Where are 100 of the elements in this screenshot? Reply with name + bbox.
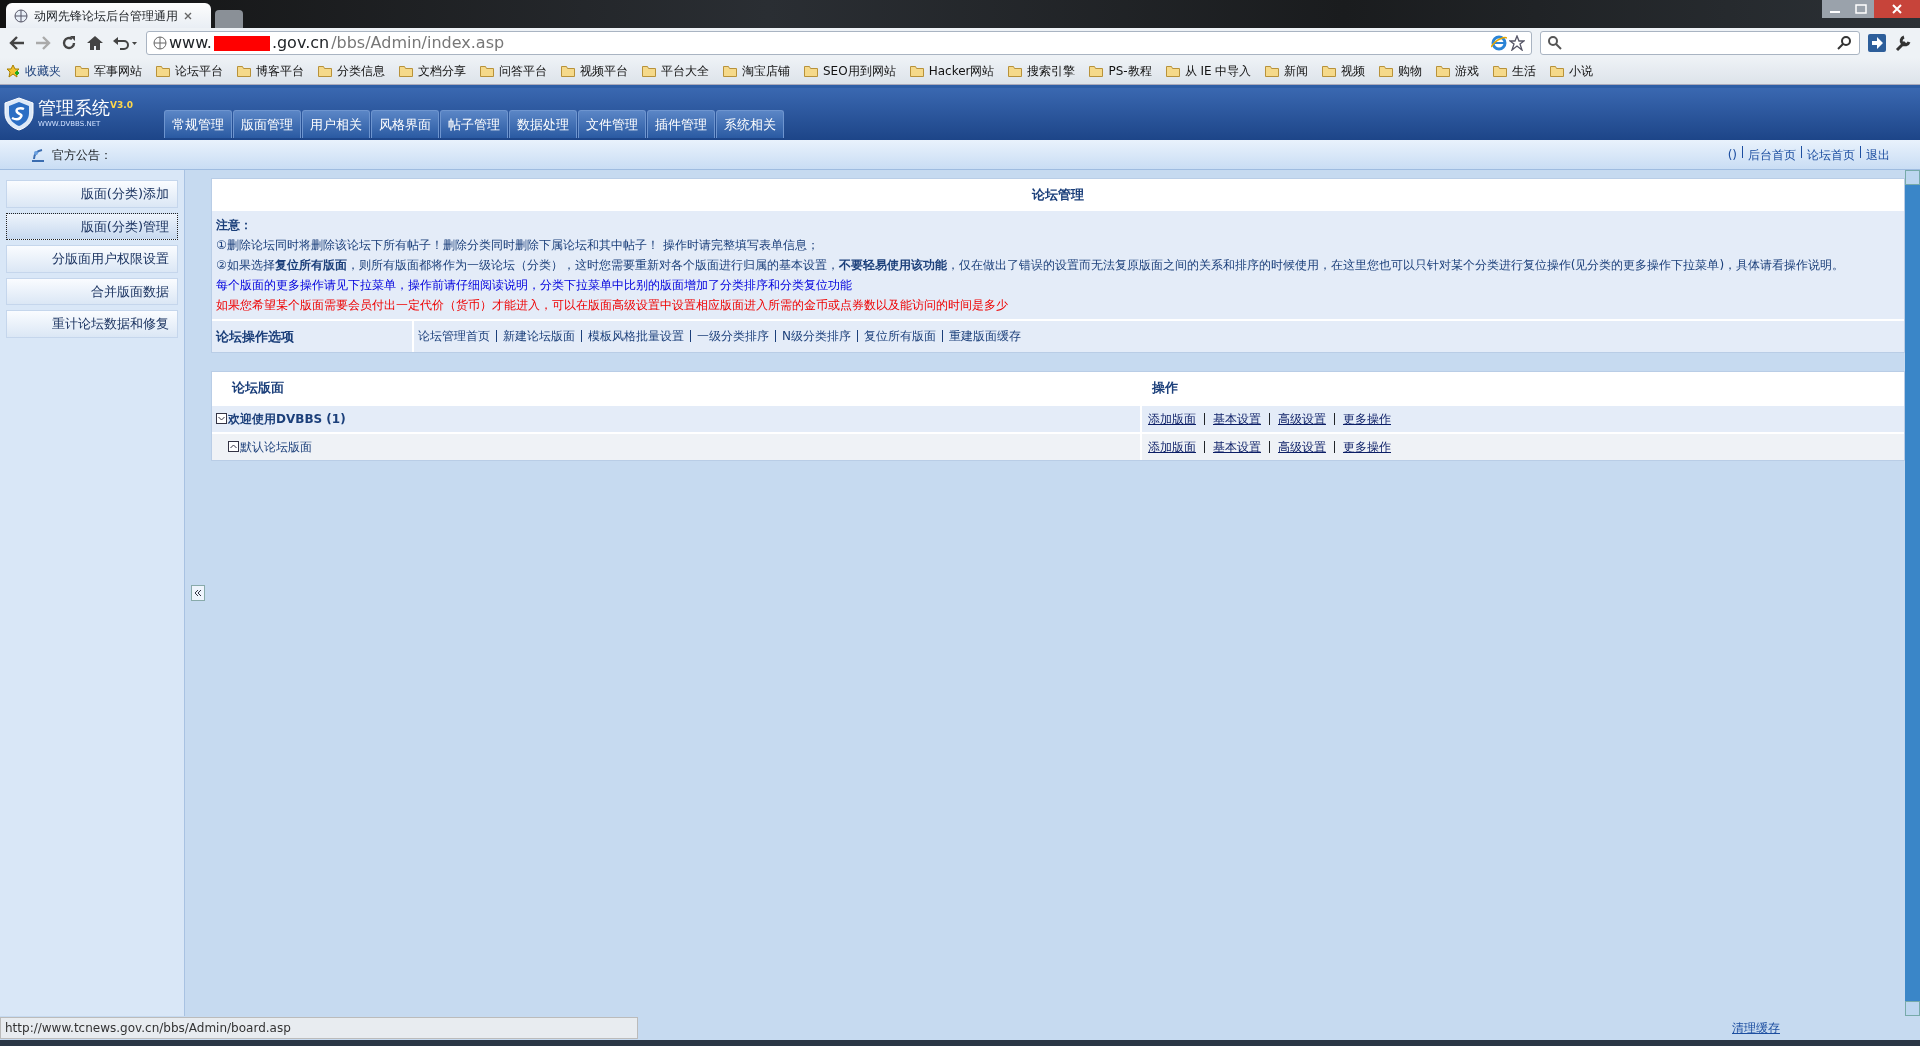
- close-icon[interactable]: [184, 11, 192, 20]
- folder-icon: [909, 65, 924, 77]
- bookmark-item[interactable]: 问答平台: [480, 62, 547, 80]
- option-link[interactable]: 复位所有版面: [864, 327, 936, 346]
- url-text: www.: [169, 32, 212, 54]
- expand-toggle-icon[interactable]: [216, 413, 227, 424]
- action-link[interactable]: 高级设置: [1278, 437, 1326, 456]
- notice-text: ①删除论坛同时将删除该论坛下所有帖子！删除分类同时删除下属论坛和其中帖子！ 操作时请完整填写表单信息；: [216, 236, 820, 253]
- nav-tab[interactable]: 帖子管理: [440, 109, 508, 138]
- status-url: http://www.tcnews.gov.cn/bbs/Admin/board.asp: [0, 1017, 638, 1039]
- folder-icon: [1493, 65, 1508, 77]
- sidebar-item[interactable]: 重计论坛数据和修复: [6, 310, 178, 338]
- option-link[interactable]: 新建论坛版面: [503, 327, 575, 346]
- option-link[interactable]: 论坛管理首页: [418, 327, 490, 346]
- option-link[interactable]: 模板风格批量设置: [588, 327, 684, 346]
- browser-tab[interactable]: 动网先锋论坛后台管理通用: [6, 3, 211, 28]
- folder-icon: [1379, 65, 1394, 77]
- undo-icon[interactable]: [112, 34, 138, 52]
- action-link[interactable]: 更多操作: [1343, 409, 1391, 428]
- browser-logo-icon: [1491, 35, 1507, 51]
- search-icon[interactable]: [1837, 35, 1853, 51]
- bookmark-item[interactable]: 文档分享: [399, 62, 466, 80]
- bookmark-item[interactable]: 淘宝店铺: [723, 62, 790, 80]
- folder-icon: [480, 65, 494, 77]
- option-link[interactable]: 重建版面缓存: [949, 327, 1021, 346]
- bookmark-item[interactable]: 论坛平台: [156, 62, 223, 80]
- bookmark-item[interactable]: 视频平台: [561, 62, 628, 80]
- shield-logo-icon: [4, 97, 34, 131]
- bookmark-item[interactable]: 生活: [1493, 62, 1537, 80]
- announcement-icon: [30, 146, 46, 163]
- announcement-label: 官方公告：: [52, 146, 112, 164]
- top-link[interactable]: 论坛首页: [1807, 145, 1855, 164]
- sidebar-item[interactable]: 版面(分类)管理: [6, 212, 178, 240]
- sidebar-item[interactable]: 分版面用户权限设置: [6, 245, 178, 273]
- forum-name: 默认论坛版面: [240, 438, 312, 456]
- star-icon[interactable]: [1509, 35, 1525, 51]
- bookmark-item[interactable]: 平台大全: [642, 62, 709, 80]
- globe-icon: [153, 36, 167, 50]
- action-link[interactable]: 添加版面: [1148, 437, 1196, 456]
- collapse-toggle-icon[interactable]: [228, 441, 239, 452]
- bookmark-item[interactable]: 新闻: [1265, 62, 1309, 80]
- status-link[interactable]: 清理缓存: [1732, 1019, 1780, 1037]
- sidebar-item[interactable]: 合并版面数据: [6, 277, 178, 305]
- close-icon[interactable]: [1874, 0, 1920, 18]
- bookmark-item[interactable]: 游戏: [1436, 62, 1480, 80]
- folder-icon: [75, 65, 89, 77]
- action-link[interactable]: 基本设置: [1213, 409, 1261, 428]
- options-label: 论坛操作选项: [212, 320, 414, 352]
- wrench-icon[interactable]: [1894, 34, 1912, 52]
- folder-icon: [1550, 65, 1565, 77]
- nav-tab[interactable]: 常规管理: [164, 109, 232, 138]
- bookmark-item[interactable]: 视频: [1322, 62, 1366, 80]
- bookmark-item[interactable]: PS-教程: [1089, 62, 1152, 80]
- nav-tab[interactable]: 文件管理: [578, 109, 646, 138]
- nav-tab[interactable]: 系统相关: [716, 109, 784, 138]
- option-link[interactable]: N级分类排序: [782, 327, 851, 346]
- version-label: V3.0: [110, 99, 133, 110]
- bookmark-item[interactable]: 从 IE 中导入: [1165, 62, 1252, 80]
- bookmark-item[interactable]: 博客平台: [237, 62, 304, 80]
- nav-tab[interactable]: 风格界面: [371, 109, 439, 138]
- top-link[interactable]: (): [1727, 145, 1737, 164]
- action-link[interactable]: 基本设置: [1213, 437, 1261, 456]
- column-header: 操作: [1151, 379, 1178, 397]
- back-icon[interactable]: [8, 34, 26, 52]
- folder-icon: [1265, 65, 1280, 77]
- folder-icon: [1008, 65, 1023, 77]
- bookmark-item[interactable]: 搜索引擎: [1008, 62, 1076, 80]
- address-bar[interactable]: www. .gov.cn/bbs/Admin/index.asp: [146, 31, 1532, 55]
- action-link[interactable]: 高级设置: [1278, 409, 1326, 428]
- bookmark-item[interactable]: 收藏夹: [6, 62, 61, 80]
- brand-title: 管理系统: [38, 96, 110, 118]
- globe-icon: [14, 8, 28, 23]
- nav-tab[interactable]: 用户相关: [302, 109, 370, 138]
- search-field[interactable]: [1540, 31, 1860, 55]
- notice-text: 每个版面的更多操作请见下拉菜单，操作前请仔细阅读说明，分类下拉菜单中比别的版面增加了分类排序和分类复位功能: [216, 276, 853, 293]
- star-icon: [6, 64, 20, 78]
- nav-tab[interactable]: 数据处理: [509, 109, 577, 138]
- action-link[interactable]: 添加版面: [1148, 409, 1196, 428]
- top-link[interactable]: 退出: [1866, 145, 1890, 164]
- folder-icon: [804, 65, 818, 77]
- top-link[interactable]: 后台首页: [1748, 145, 1796, 164]
- collapse-handle[interactable]: [191, 585, 205, 601]
- nav-tab[interactable]: 版面管理: [233, 109, 301, 138]
- home-icon[interactable]: [86, 34, 104, 52]
- option-link[interactable]: 一级分类排序: [697, 327, 769, 346]
- reload-icon[interactable]: [60, 34, 78, 52]
- action-link[interactable]: 更多操作: [1343, 437, 1391, 456]
- sidebar-item[interactable]: 版面(分类)添加: [6, 180, 178, 208]
- minimize-icon[interactable]: [1822, 0, 1848, 18]
- column-header: 论坛版面: [230, 379, 285, 397]
- bookmark-item[interactable]: 购物: [1379, 62, 1423, 80]
- scrollbar[interactable]: [1905, 170, 1920, 1016]
- bookmark-item[interactable]: 军事网站: [75, 62, 142, 80]
- bookmark-item[interactable]: SEO用到网站: [804, 62, 896, 80]
- nav-tab[interactable]: 插件管理: [647, 109, 715, 138]
- bookmark-item[interactable]: Hacker网站: [909, 62, 995, 80]
- redaction-mark: [213, 35, 270, 51]
- bookmark-item[interactable]: 分类信息: [318, 62, 385, 80]
- bookmark-item[interactable]: 小说: [1550, 62, 1594, 80]
- forum-name: 欢迎使用DVBBS (1): [228, 410, 346, 428]
